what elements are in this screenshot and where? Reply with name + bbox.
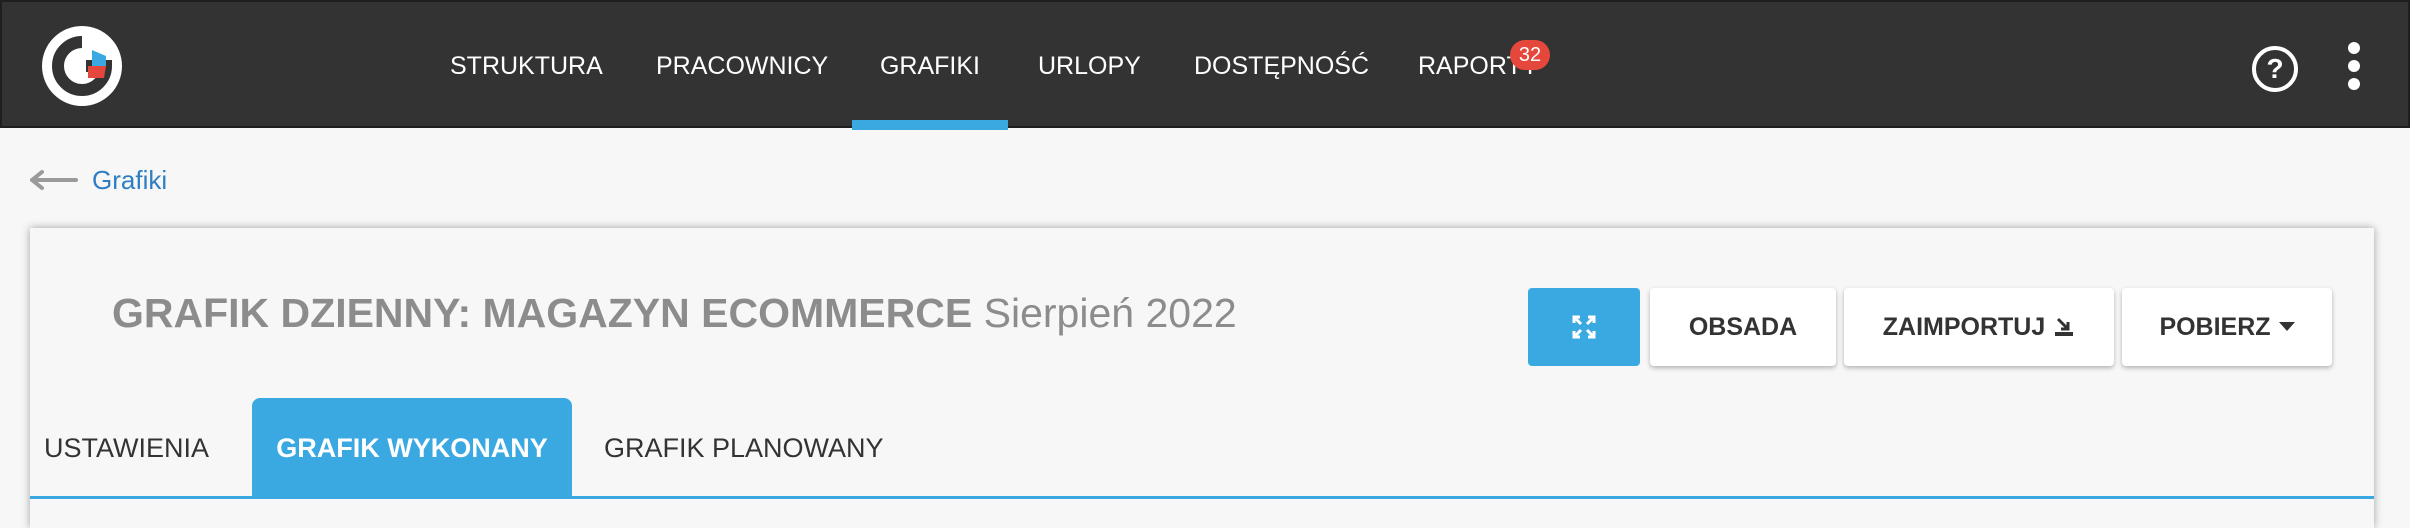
nav-item-grafiki[interactable]: GRAFIKI bbox=[852, 2, 1008, 130]
tab-grafik-wykonany[interactable]: GRAFIK WYKONANY bbox=[252, 398, 572, 498]
app-logo[interactable] bbox=[42, 26, 122, 106]
back-link[interactable]: Grafiki bbox=[92, 165, 167, 196]
obsada-button[interactable]: OBSADA bbox=[1650, 288, 1836, 366]
nav-item-pracownicy[interactable]: PRACOWNICY bbox=[656, 2, 828, 130]
kebab-menu-icon[interactable] bbox=[2344, 42, 2364, 94]
nav-item-urlopy[interactable]: URLOPY bbox=[1038, 2, 1141, 130]
import-button[interactable]: ZAIMPORTUJ bbox=[1844, 288, 2114, 366]
tab-grafik-planowany[interactable]: GRAFIK PLANOWANY bbox=[604, 398, 884, 498]
obsada-button-label: OBSADA bbox=[1688, 312, 1798, 341]
tab-underline bbox=[30, 496, 2374, 499]
fullscreen-button[interactable] bbox=[1528, 288, 1640, 366]
schedule-card: GRAFIK DZIENNY: MAGAZYN ECOMMERCE Sierpi… bbox=[30, 228, 2374, 528]
page-title-month: Sierpień 2022 bbox=[983, 290, 1237, 336]
caret-down-icon bbox=[2278, 322, 2295, 331]
download-dropdown-button[interactable]: POBIERZ bbox=[2122, 288, 2332, 366]
reports-count-badge: 32 bbox=[1510, 40, 1550, 70]
page-title-main: GRAFIK DZIENNY: MAGAZYN ECOMMERCE bbox=[112, 290, 973, 336]
tab-ustawienia[interactable]: USTAWIENIA bbox=[44, 398, 209, 498]
nav-item-struktura[interactable]: STRUKTURA bbox=[450, 2, 603, 130]
download-button-label: POBIERZ bbox=[2159, 312, 2271, 341]
nav-item-raporty[interactable]: RAPORTY bbox=[1418, 2, 1538, 130]
arrow-left-icon bbox=[30, 170, 78, 190]
breadcrumb[interactable]: Grafiki bbox=[30, 160, 167, 200]
expand-icon bbox=[1572, 315, 1596, 339]
nav-item-dostepnosc[interactable]: DOSTĘPNOŚĆ bbox=[1194, 2, 1369, 130]
import-button-label: ZAIMPORTUJ bbox=[1882, 312, 2046, 341]
import-icon bbox=[2055, 317, 2074, 336]
page-title: GRAFIK DZIENNY: MAGAZYN ECOMMERCE Sierpi… bbox=[112, 290, 1237, 337]
top-navigation-bar: STRUKTURA PRACOWNICY GRAFIKI URLOPY DOST… bbox=[0, 0, 2410, 130]
help-icon[interactable]: ? bbox=[2252, 46, 2298, 92]
